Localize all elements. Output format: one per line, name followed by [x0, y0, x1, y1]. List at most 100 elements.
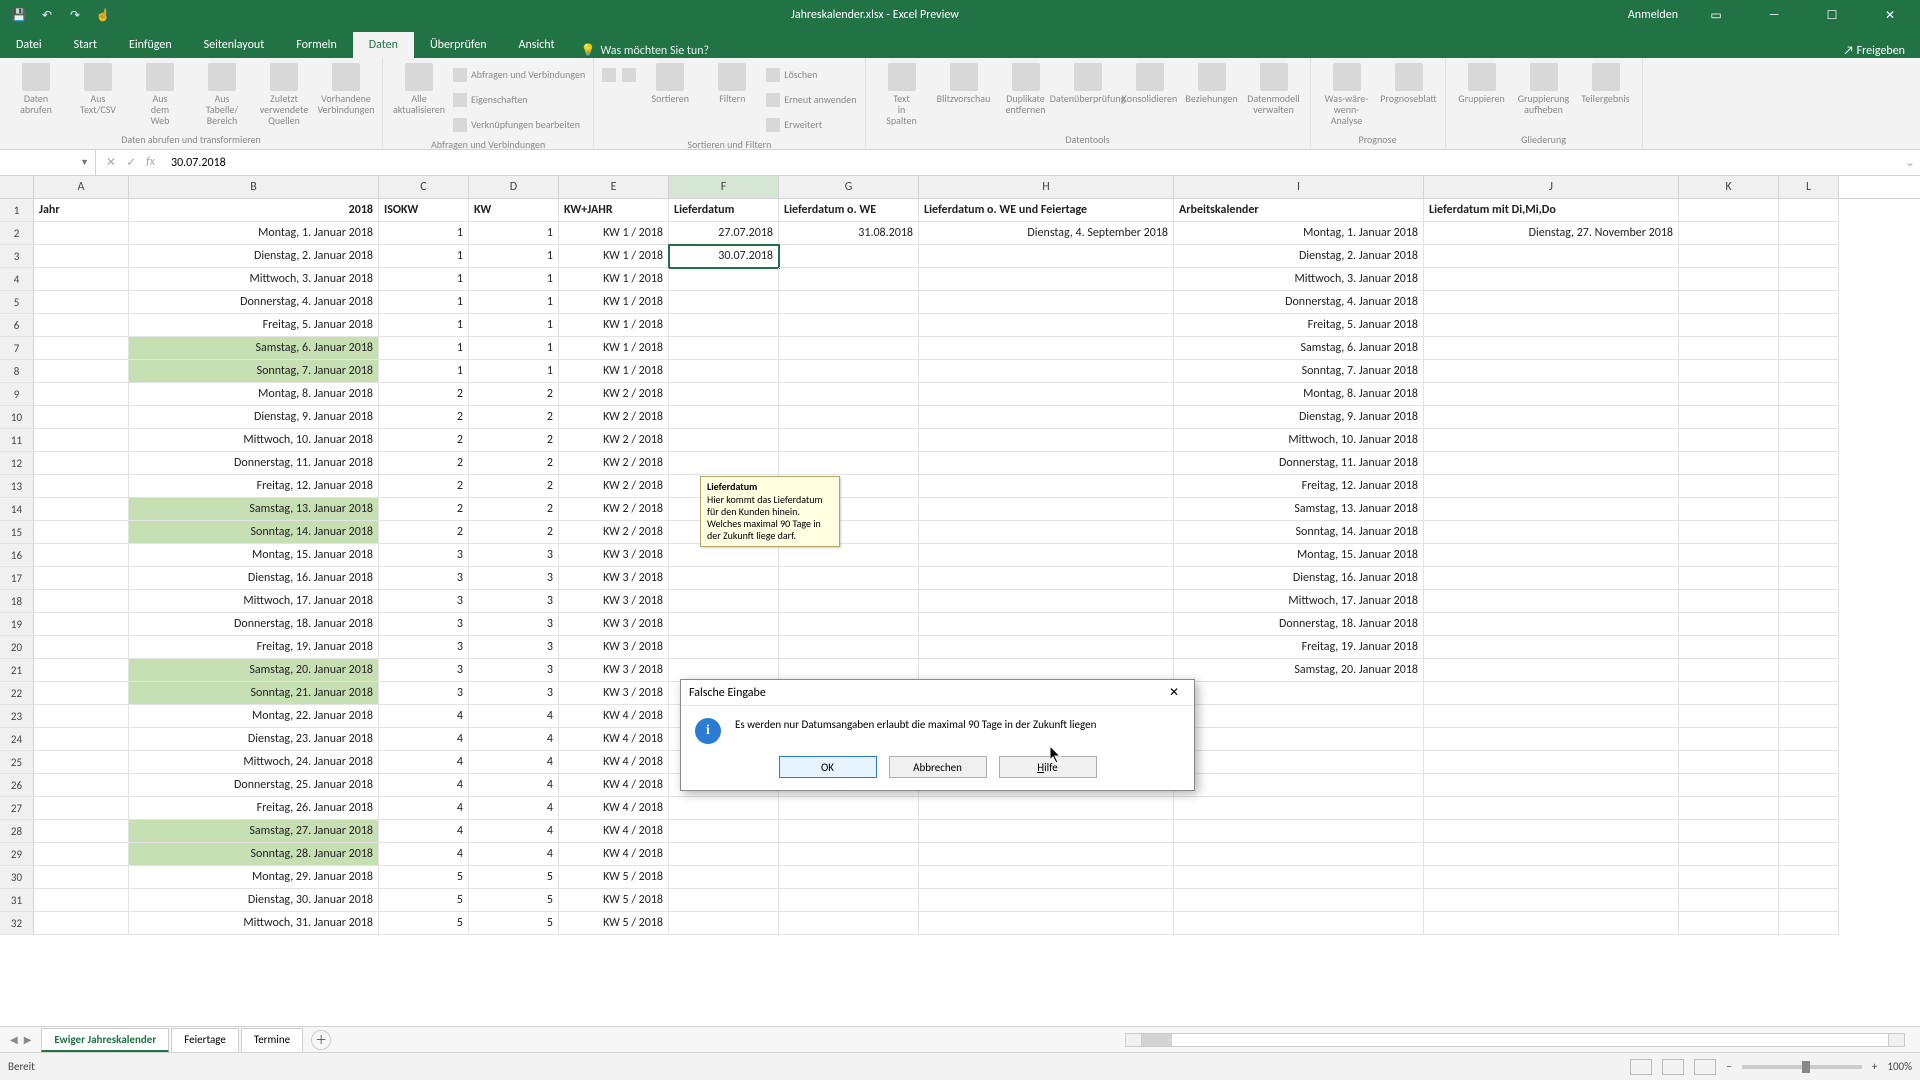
cell[interactable] [1174, 682, 1424, 705]
cell[interactable] [919, 912, 1174, 935]
cell[interactable]: KW 4 / 2018 [559, 751, 669, 774]
cell[interactable]: 3 [469, 613, 559, 636]
cell[interactable] [1424, 383, 1679, 406]
cell[interactable]: 1 [469, 268, 559, 291]
row-header[interactable]: 1 [0, 199, 34, 222]
cell[interactable] [34, 314, 129, 337]
ribbon-button[interactable]: AusdemWeb [132, 63, 188, 126]
cell[interactable]: KW 2 / 2018 [559, 452, 669, 475]
cell[interactable]: 31.08.2018 [779, 222, 919, 245]
zoom-slider[interactable] [1742, 1065, 1862, 1069]
ribbon-button[interactable]: Gruppieren [1454, 63, 1510, 104]
row-header[interactable]: 23 [0, 705, 34, 728]
cell[interactable] [1424, 613, 1679, 636]
cell[interactable] [34, 866, 129, 889]
cell[interactable]: Samstag, 20. Januar 2018 [1174, 659, 1424, 682]
cell[interactable] [1779, 521, 1839, 544]
share-button[interactable]: ↗ Freigeben [1843, 44, 1905, 58]
cell[interactable] [919, 521, 1174, 544]
cell[interactable]: 2 [379, 452, 469, 475]
cell[interactable]: Freitag, 26. Januar 2018 [129, 797, 379, 820]
cell[interactable] [34, 682, 129, 705]
cell[interactable]: Montag, 1. Januar 2018 [1174, 222, 1424, 245]
row-header[interactable]: 2 [0, 222, 34, 245]
ribbon-button[interactable]: Gruppierungaufheben [1516, 63, 1572, 115]
ribbon-tab-formeln[interactable]: Formeln [280, 32, 352, 58]
cell[interactable]: Mittwoch, 24. Januar 2018 [129, 751, 379, 774]
cell[interactable] [1779, 912, 1839, 935]
cell[interactable] [919, 797, 1174, 820]
select-all-corner[interactable] [0, 176, 34, 198]
ribbon-button[interactable]: Duplikateentfernen [998, 63, 1054, 115]
cell[interactable]: KW 1 / 2018 [559, 291, 669, 314]
cell[interactable]: Sonntag, 28. Januar 2018 [129, 843, 379, 866]
cell[interactable] [1679, 406, 1779, 429]
row-header[interactable]: 32 [0, 912, 34, 935]
cell[interactable]: 4 [379, 843, 469, 866]
cell[interactable]: KW 4 / 2018 [559, 774, 669, 797]
cell[interactable] [1779, 337, 1839, 360]
cell[interactable] [919, 475, 1174, 498]
cell[interactable] [34, 245, 129, 268]
column-header-E[interactable]: E [559, 176, 669, 198]
cell[interactable] [669, 268, 779, 291]
cell[interactable]: Montag, 15. Januar 2018 [129, 544, 379, 567]
cell[interactable]: KW 3 / 2018 [559, 544, 669, 567]
column-header-G[interactable]: G [779, 176, 919, 198]
cell[interactable] [34, 843, 129, 866]
cell[interactable] [1174, 820, 1424, 843]
cell[interactable]: KW 1 / 2018 [559, 245, 669, 268]
cell[interactable] [1779, 498, 1839, 521]
cell[interactable] [34, 613, 129, 636]
column-header-K[interactable]: K [1679, 176, 1779, 198]
cell[interactable]: 2 [379, 429, 469, 452]
cell[interactable] [34, 429, 129, 452]
cell[interactable]: KW 3 / 2018 [559, 590, 669, 613]
row-header[interactable]: 14 [0, 498, 34, 521]
cell[interactable] [1679, 797, 1779, 820]
row-header[interactable]: 4 [0, 268, 34, 291]
cell[interactable]: KW 2 / 2018 [559, 498, 669, 521]
zoom-level[interactable]: 100% [1887, 1060, 1912, 1073]
scroll-thumb[interactable] [1142, 1034, 1172, 1046]
sheet-tab[interactable]: Feiertage [171, 1028, 239, 1052]
cell[interactable]: 2 [469, 521, 559, 544]
cell[interactable] [1424, 452, 1679, 475]
cell[interactable]: 2 [469, 383, 559, 406]
cell[interactable] [1779, 406, 1839, 429]
cell[interactable]: 4 [469, 797, 559, 820]
cell[interactable]: Dienstag, 2. Januar 2018 [129, 245, 379, 268]
cell[interactable]: Samstag, 13. Januar 2018 [1174, 498, 1424, 521]
cell[interactable]: 3 [379, 636, 469, 659]
cell[interactable] [919, 314, 1174, 337]
cell[interactable] [779, 245, 919, 268]
cell[interactable] [1779, 659, 1839, 682]
cell[interactable] [669, 544, 779, 567]
cell[interactable] [1679, 843, 1779, 866]
cell[interactable] [669, 452, 779, 475]
cell[interactable] [1424, 797, 1679, 820]
cell[interactable] [669, 843, 779, 866]
cell[interactable]: Freitag, 19. Januar 2018 [1174, 636, 1424, 659]
cell[interactable] [1424, 245, 1679, 268]
cell[interactable] [34, 291, 129, 314]
row-header[interactable]: 12 [0, 452, 34, 475]
cell[interactable] [1679, 636, 1779, 659]
cell[interactable] [1174, 912, 1424, 935]
cell[interactable] [1424, 268, 1679, 291]
cell[interactable]: Mittwoch, 10. Januar 2018 [129, 429, 379, 452]
cell[interactable] [919, 383, 1174, 406]
cell[interactable]: Dienstag, 9. Januar 2018 [1174, 406, 1424, 429]
cell[interactable] [1424, 820, 1679, 843]
cell[interactable] [1679, 866, 1779, 889]
cell[interactable]: Sonntag, 21. Januar 2018 [129, 682, 379, 705]
cell[interactable] [919, 866, 1174, 889]
cell[interactable] [669, 590, 779, 613]
cell[interactable] [1679, 498, 1779, 521]
cell[interactable]: 2 [379, 383, 469, 406]
row-header[interactable]: 15 [0, 521, 34, 544]
cell[interactable]: 4 [379, 797, 469, 820]
page-break-button[interactable] [1694, 1059, 1716, 1075]
cell[interactable] [1424, 360, 1679, 383]
cell[interactable]: Mittwoch, 17. Januar 2018 [129, 590, 379, 613]
